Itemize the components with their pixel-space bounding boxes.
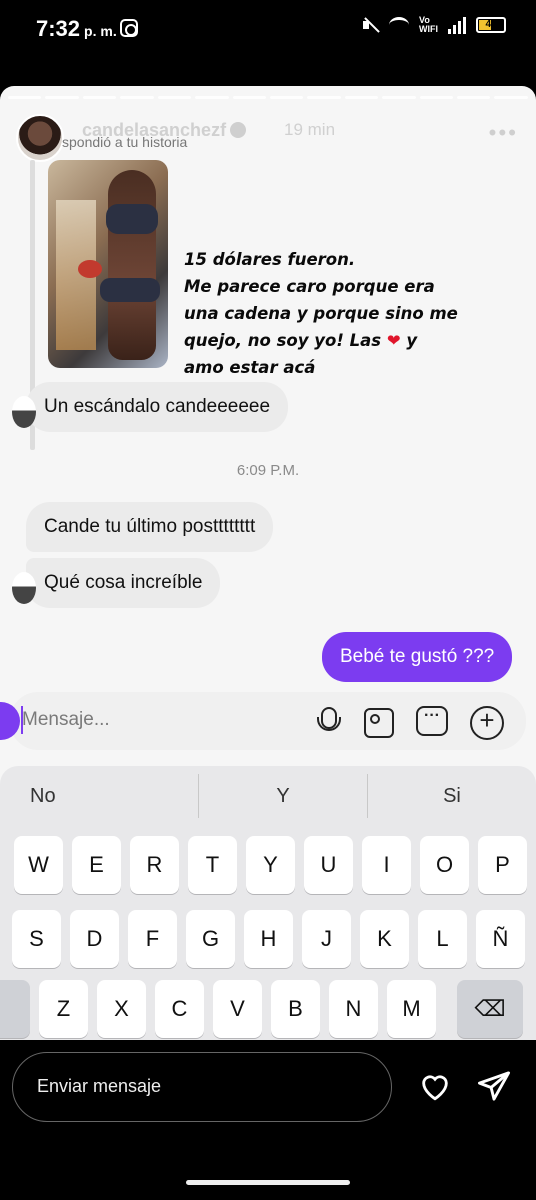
sender-avatar <box>12 396 36 428</box>
flowers-shape <box>78 260 102 278</box>
incoming-message[interactable]: Qué cosa increíble <box>12 558 221 608</box>
top-shape <box>106 204 158 234</box>
microphone-icon[interactable] <box>312 706 342 736</box>
key[interactable]: F <box>128 910 177 968</box>
backspace-key[interactable]: ⌫ <box>457 980 523 1038</box>
keyboard-suggestions: No Y Si <box>0 774 536 818</box>
message-text: Qué cosa increíble <box>44 572 203 593</box>
sender-avatar <box>12 572 36 604</box>
incoming-message[interactable]: Cande tu último postttttttt <box>26 502 274 552</box>
key[interactable]: Z <box>39 980 88 1038</box>
message-text: Bebé te gustó ??? <box>340 646 495 667</box>
key[interactable]: D <box>70 910 119 968</box>
add-icon[interactable] <box>470 706 504 740</box>
key[interactable]: S <box>12 910 61 968</box>
story-text-part: quejo, no soy yo! Las <box>184 331 382 350</box>
figure-shape <box>108 170 156 360</box>
incoming-message[interactable]: Un escándalo candeeeeee <box>12 382 289 432</box>
heart-emoji-icon: ❤ <box>386 331 401 350</box>
key[interactable]: P <box>478 836 527 894</box>
story-reply-bar: Enviar mensaje <box>0 1040 536 1200</box>
like-heart-icon[interactable] <box>418 1070 452 1102</box>
send-message-placeholder: Enviar mensaje <box>37 1076 162 1096</box>
signal-icon <box>448 16 466 34</box>
avatar[interactable] <box>16 114 64 162</box>
time-ampm: p. m. <box>84 23 117 39</box>
wifi-icon <box>389 17 409 33</box>
key[interactable]: E <box>72 836 121 894</box>
message-timestamp: 6:09 P.M. <box>236 462 300 479</box>
gallery-icon[interactable] <box>362 706 394 738</box>
key[interactable]: H <box>244 910 293 968</box>
key[interactable]: O <box>420 836 469 894</box>
story-text: 15 dólares fueron. Me parece caro porque… <box>184 246 514 381</box>
outgoing-message[interactable]: Bebé te gustó ??? <box>322 632 513 682</box>
suggestion[interactable]: Y <box>199 774 368 818</box>
status-bar: 7:32 p. m. Vo WIFI 47 <box>0 0 536 60</box>
mute-icon <box>361 16 379 34</box>
key[interactable]: J <box>302 910 351 968</box>
suggestion[interactable]: No <box>0 774 199 818</box>
verified-icon <box>230 122 247 138</box>
key[interactable]: B <box>271 980 320 1038</box>
sticker-icon[interactable] <box>416 706 448 736</box>
send-message-field[interactable]: Enviar mensaje <box>12 1052 392 1122</box>
story-view[interactable]: candelasanchezf 19 min • • • spondió a t… <box>0 86 536 1040</box>
key[interactable]: V <box>213 980 262 1038</box>
shift-key[interactable] <box>0 980 30 1038</box>
battery-level: 47 <box>485 19 497 30</box>
home-indicator[interactable] <box>186 1180 350 1185</box>
keyboard-row: S D F G H J K L Ñ <box>12 910 536 970</box>
replied-label: spondió a tu historia <box>62 134 188 150</box>
suggestion[interactable]: Si <box>368 774 536 818</box>
story-text-part: y <box>406 331 418 350</box>
vowifi-label: Vo WIFI <box>419 15 438 34</box>
key[interactable]: T <box>188 836 237 894</box>
keyboard[interactable]: No Y Si W E R T Y U I O P S D F G H J K … <box>0 766 536 1040</box>
key[interactable]: Ñ <box>476 910 525 968</box>
key[interactable]: R <box>130 836 179 894</box>
key[interactable]: W <box>14 836 63 894</box>
keyboard-row: W E R T Y U I O P <box>14 836 536 896</box>
key[interactable]: G <box>186 910 235 968</box>
status-icons: Vo WIFI 47 <box>361 16 506 34</box>
send-icon[interactable] <box>476 1070 512 1102</box>
story-time: 19 min <box>284 120 336 139</box>
key[interactable]: N <box>329 980 378 1038</box>
keyboard-row: Z X C V B N M ⌫ <box>0 980 536 1040</box>
message-composer[interactable]: Mensaje... <box>0 692 526 750</box>
message-text: Un escándalo candeeeeee <box>44 396 271 417</box>
instagram-icon <box>120 19 138 37</box>
key[interactable]: Y <box>246 836 295 894</box>
key[interactable]: U <box>304 836 353 894</box>
key[interactable]: I <box>362 836 411 894</box>
message-text: Cande tu último postttttttt <box>44 516 256 537</box>
story-text-line: una cadena y porque sino me <box>184 304 458 323</box>
message-input[interactable]: Mensaje... <box>22 709 110 731</box>
story-text-line: Me parece caro porque era <box>184 277 435 296</box>
camera-icon[interactable] <box>0 702 20 740</box>
story-thumbnail[interactable] <box>48 160 168 368</box>
more-icon[interactable]: • • • <box>489 120 516 146</box>
battery-icon: 47 <box>476 17 506 33</box>
key[interactable]: L <box>418 910 467 968</box>
story-text-line: 15 dólares fueron. <box>184 250 356 269</box>
time-value: 7:32 <box>36 16 81 41</box>
key[interactable]: K <box>360 910 409 968</box>
key[interactable]: C <box>155 980 204 1038</box>
story-progress <box>8 96 528 99</box>
key[interactable]: M <box>387 980 436 1038</box>
story-text-line: amo estar acá <box>184 358 316 377</box>
story-text-line: quejo, no soy yo! Las ❤ y <box>184 327 514 354</box>
status-time: 7:32 p. m. <box>36 16 117 42</box>
key[interactable]: X <box>97 980 146 1038</box>
bottom-shape <box>100 278 160 302</box>
